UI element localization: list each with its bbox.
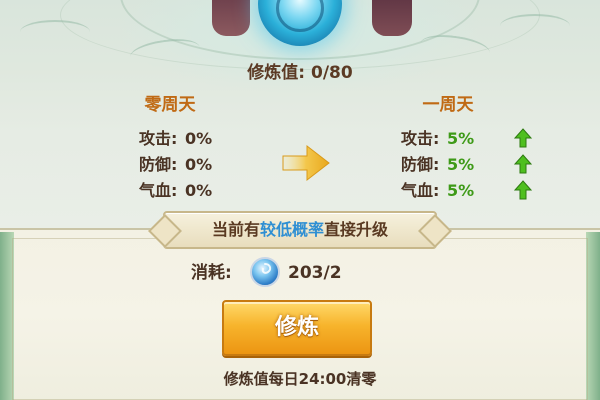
cultivation-scene xyxy=(0,0,600,225)
stat-value: 0% xyxy=(184,181,213,200)
stat-value: 5% xyxy=(446,181,475,200)
stat-value: 0% xyxy=(184,155,213,174)
up-arrow-icon xyxy=(514,128,532,148)
spirit-orb-core xyxy=(276,0,324,32)
stat-label: 防御: xyxy=(401,155,440,174)
swirl-icon xyxy=(261,263,272,274)
banner-prefix: 当前有 xyxy=(211,220,260,239)
stat-label: 防御: xyxy=(139,155,178,174)
arrow-right-icon xyxy=(282,144,330,182)
banner-suffix: 直接升级 xyxy=(324,220,389,239)
cost-label: 消耗: xyxy=(191,263,232,283)
current-stat-attack: 攻击: 0% xyxy=(139,127,212,151)
character-figure-right xyxy=(372,0,412,36)
cost-amount: 203/2 xyxy=(288,263,342,283)
cloud-swirl-decoration xyxy=(500,14,570,38)
cultivation-label: 修炼值 xyxy=(247,63,299,83)
next-level-title: 一周天 xyxy=(422,95,474,115)
up-arrow-icon xyxy=(514,180,532,200)
stat-label: 气血: xyxy=(139,181,178,200)
daily-reset-note: 修炼值每日24:00清零 xyxy=(223,370,377,388)
stat-value: 5% xyxy=(446,129,475,148)
cultivation-value: 修炼值: 0/80 xyxy=(247,63,353,83)
up-arrow-icon xyxy=(514,154,532,174)
stat-value: 5% xyxy=(446,155,475,174)
stat-label: 攻击: xyxy=(139,129,178,148)
stat-label: 攻击: xyxy=(401,129,440,148)
cultivation-progress: 0/80 xyxy=(311,63,353,83)
character-figure-left xyxy=(212,0,250,36)
next-stat-defense: 防御: 5% xyxy=(401,153,474,177)
banner-highlight: 较低概率 xyxy=(259,220,324,239)
cultivate-button[interactable]: 修炼 xyxy=(222,300,372,356)
upgrade-chance-banner: 当前有较低概率直接升级 xyxy=(163,211,437,249)
next-stat-attack: 攻击: 5% xyxy=(401,127,474,151)
stat-value: 0% xyxy=(184,129,213,148)
current-stat-defense: 防御: 0% xyxy=(139,153,212,177)
next-stat-hp: 气血: 5% xyxy=(401,179,474,203)
current-stat-hp: 气血: 0% xyxy=(139,179,212,203)
stat-label: 气血: xyxy=(401,181,440,200)
blue-orb-item-icon[interactable] xyxy=(250,257,280,287)
current-level-title: 零周天 xyxy=(144,95,196,115)
cloud-swirl-decoration xyxy=(20,20,90,44)
